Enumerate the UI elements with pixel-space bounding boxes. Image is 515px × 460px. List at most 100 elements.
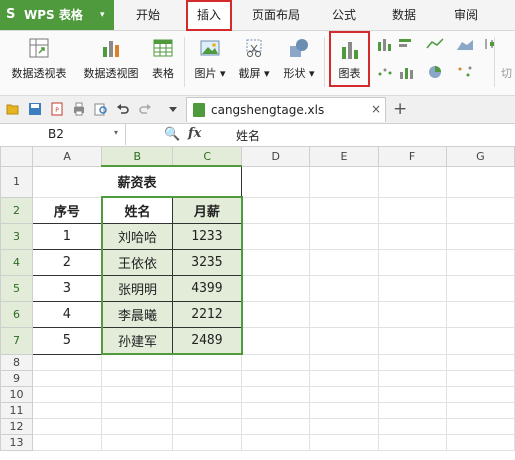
cell[interactable] [101, 434, 174, 451]
table-cell[interactable]: 3235 [172, 249, 243, 276]
table-cell[interactable]: 2212 [172, 301, 243, 328]
row-header[interactable]: 10 [0, 386, 33, 403]
undo-icon[interactable] [116, 102, 130, 116]
cell[interactable] [377, 275, 447, 302]
header-cell-name[interactable]: 姓名 [100, 196, 174, 224]
cell[interactable] [101, 418, 174, 435]
print-preview-icon[interactable] [94, 102, 108, 116]
screenshot-button[interactable]: 截屏 ▾ [234, 31, 274, 93]
cell[interactable] [241, 418, 311, 435]
cell[interactable] [309, 386, 379, 403]
cell[interactable] [377, 223, 447, 250]
scatter-chart-icon[interactable] [376, 65, 394, 79]
document-tab[interactable]: cangshengtage.xls × [186, 97, 386, 122]
export-pdf-icon[interactable]: P [50, 102, 64, 116]
column-header[interactable]: E [309, 146, 379, 167]
cell[interactable] [172, 434, 243, 451]
header-cell-salary[interactable]: 月薪 [172, 196, 243, 224]
cell[interactable] [309, 165, 379, 198]
pie-chart-icon[interactable] [426, 65, 444, 79]
cell[interactable] [309, 196, 379, 224]
table-cell[interactable]: 张明明 [100, 275, 174, 302]
table-cell[interactable]: 1 [31, 223, 103, 250]
cell[interactable] [377, 301, 447, 328]
cell[interactable] [445, 434, 515, 451]
tab-formulas[interactable]: 公式 [322, 0, 366, 30]
cell[interactable] [377, 402, 447, 419]
cell[interactable] [377, 418, 447, 435]
cell[interactable] [445, 402, 515, 419]
cell[interactable] [31, 402, 103, 419]
table-cell[interactable]: 1233 [172, 223, 243, 250]
column-header[interactable]: G [445, 146, 515, 167]
table-cell[interactable]: 2489 [172, 327, 243, 355]
pivot-chart-button[interactable]: 数据透视图 [78, 31, 144, 93]
cell[interactable] [241, 402, 311, 419]
table-cell[interactable]: 孙建军 [100, 327, 174, 355]
cell[interactable] [241, 165, 311, 198]
cell[interactable] [377, 165, 447, 198]
zoom-icon[interactable]: 🔍 [164, 127, 180, 142]
cell[interactable] [241, 249, 311, 276]
picture-button[interactable]: 图片 ▾ [190, 31, 230, 93]
cell[interactable] [309, 353, 379, 371]
row-header[interactable]: 8 [0, 353, 33, 371]
table-cell[interactable]: 刘哈哈 [100, 223, 174, 250]
column-header[interactable]: F [377, 146, 447, 167]
cell[interactable] [445, 165, 515, 198]
cell[interactable] [377, 249, 447, 276]
table-cell[interactable]: 4 [31, 301, 103, 328]
line-chart-icon[interactable] [426, 37, 444, 51]
cell[interactable] [309, 327, 379, 355]
table-cell[interactable]: 3 [31, 275, 103, 302]
row-header[interactable]: 13 [0, 434, 33, 451]
row-header[interactable]: 7 [0, 327, 33, 355]
cell[interactable] [377, 434, 447, 451]
cell[interactable] [445, 370, 515, 387]
cell[interactable] [241, 434, 311, 451]
cell[interactable] [241, 327, 311, 355]
row-header[interactable]: 3 [0, 223, 33, 250]
chart-button[interactable]: 图表 [329, 31, 370, 87]
app-menu-button[interactable]: S WPS 表格 ▾ [0, 0, 114, 30]
sheet-title-cell[interactable]: 薪资表 [31, 165, 243, 198]
cell[interactable] [241, 386, 311, 403]
print-icon[interactable] [72, 102, 86, 116]
table-cell[interactable]: 2 [31, 249, 103, 276]
cell[interactable] [309, 434, 379, 451]
row-header[interactable]: 9 [0, 370, 33, 387]
header-cell-index[interactable]: 序号 [31, 196, 103, 224]
column-header[interactable]: B [101, 146, 174, 167]
column-header[interactable]: C [172, 146, 243, 167]
table-cell[interactable]: 王依依 [100, 249, 174, 276]
shape-button[interactable]: 形状 ▾ [278, 31, 320, 93]
cell[interactable] [241, 370, 311, 387]
table-cell[interactable]: 李晨曦 [100, 301, 174, 328]
save-icon[interactable] [28, 102, 42, 116]
tab-data[interactable]: 数据 [382, 0, 426, 30]
cell[interactable] [309, 418, 379, 435]
row-header[interactable]: 6 [0, 301, 33, 328]
row-header[interactable]: 11 [0, 402, 33, 419]
cell[interactable] [31, 434, 103, 451]
cell[interactable] [377, 196, 447, 224]
row-header[interactable]: 12 [0, 418, 33, 435]
dot-chart-icon[interactable] [456, 65, 474, 79]
pivot-table-button[interactable]: 数据透视表 [4, 31, 74, 93]
cell[interactable] [445, 301, 515, 328]
tab-insert[interactable]: 插入 [186, 0, 232, 31]
cell[interactable] [101, 402, 174, 419]
cell[interactable] [445, 196, 515, 224]
cell[interactable] [445, 223, 515, 250]
cell[interactable] [309, 402, 379, 419]
cell[interactable] [445, 327, 515, 355]
cell[interactable] [445, 418, 515, 435]
cell[interactable] [377, 353, 447, 371]
row-header[interactable]: 2 [0, 196, 33, 224]
table-cell[interactable]: 4399 [172, 275, 243, 302]
cell[interactable] [31, 370, 103, 387]
cell[interactable] [377, 386, 447, 403]
cell[interactable] [309, 223, 379, 250]
cell[interactable] [101, 353, 174, 371]
stock-chart-icon[interactable] [482, 37, 500, 51]
